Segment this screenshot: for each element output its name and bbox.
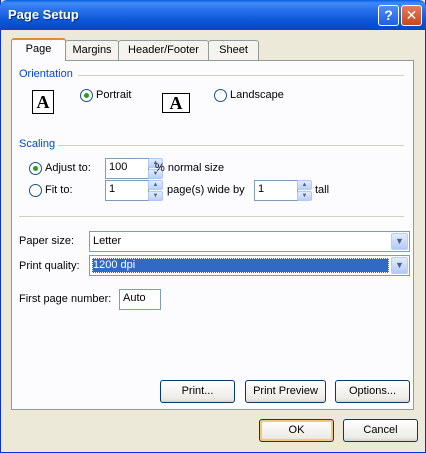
orientation-divider — [78, 75, 404, 76]
fit-tall-spinner[interactable]: ▲ ▼ — [297, 180, 312, 201]
landscape-page-icon: A — [162, 93, 190, 113]
close-icon: ✕ — [405, 7, 418, 23]
tab-margins[interactable]: Margins — [65, 40, 119, 60]
print-quality-select[interactable]: 1200 dpi ▼ — [89, 255, 410, 276]
portrait-page-icon: A — [32, 90, 54, 114]
print-quality-value: 1200 dpi — [93, 259, 136, 271]
first-page-label: First page number: — [19, 293, 112, 305]
paper-size-select[interactable]: Letter ▼ — [89, 231, 410, 252]
landscape-radio[interactable] — [214, 89, 227, 102]
orientation-group-label: Orientation — [19, 68, 73, 80]
title-bar[interactable]: Page Setup ? ✕ — [0, 0, 426, 30]
landscape-label[interactable]: Landscape — [230, 89, 284, 101]
tab-page-label: Page — [25, 43, 52, 55]
spin-down-icon[interactable]: ▼ — [297, 191, 312, 201]
cancel-button[interactable]: Cancel — [343, 419, 418, 442]
fit-to-radio[interactable] — [29, 184, 42, 197]
scaling-group-label: Scaling — [19, 138, 56, 150]
spin-up-icon[interactable]: ▲ — [148, 180, 163, 190]
options-button[interactable]: Options... — [335, 380, 410, 403]
fit-wide-suffix: page(s) wide by — [167, 184, 245, 196]
fit-tall-input[interactable]: 1 — [254, 180, 298, 201]
adjust-to-label[interactable]: Adjust to: — [45, 162, 91, 174]
chevron-down-icon[interactable]: ▼ — [391, 233, 408, 250]
tab-header-footer[interactable]: Header/Footer — [118, 40, 209, 60]
tab-sheet[interactable]: Sheet — [208, 40, 259, 60]
portrait-label[interactable]: Portrait — [96, 89, 131, 101]
tab-sheet-label: Sheet — [219, 44, 248, 56]
portrait-radio[interactable] — [80, 89, 93, 102]
scaling-bottom-divider — [19, 216, 404, 217]
help-icon: ? — [384, 7, 393, 23]
fit-tall-suffix: tall — [315, 184, 330, 196]
paper-size-value: Letter — [93, 235, 122, 247]
selection-highlight — [92, 258, 389, 273]
print-quality-label: Print quality: — [19, 260, 80, 272]
print-preview-button[interactable]: Print Preview — [245, 380, 326, 403]
page-setup-dialog: Page Setup ? ✕ Page Margins Header/Foote… — [0, 0, 426, 453]
paper-size-label: Paper size: — [19, 235, 75, 247]
adjust-suffix: % normal size — [155, 162, 225, 174]
scaling-divider — [58, 145, 404, 146]
first-page-input[interactable]: Auto — [119, 289, 161, 310]
chevron-down-icon[interactable]: ▼ — [391, 257, 408, 274]
tab-margins-label: Margins — [72, 44, 112, 56]
fit-wide-input[interactable]: 1 — [105, 180, 149, 201]
adjust-to-input[interactable]: 100 — [105, 158, 149, 179]
help-button[interactable]: ? — [378, 5, 399, 26]
dialog-title: Page Setup — [8, 7, 79, 22]
ok-button[interactable]: OK — [259, 419, 334, 442]
spin-up-icon[interactable]: ▲ — [297, 180, 312, 190]
tab-page[interactable]: Page — [11, 38, 66, 61]
spin-down-icon[interactable]: ▼ — [148, 191, 163, 201]
tab-header-footer-label: Header/Footer — [128, 44, 199, 56]
page-tab-panel: Orientation A Portrait A Landscape Scali… — [11, 60, 414, 410]
fit-wide-spinner[interactable]: ▲ ▼ — [148, 180, 163, 201]
print-button[interactable]: Print... — [160, 380, 235, 403]
adjust-to-radio[interactable] — [29, 162, 42, 175]
close-button[interactable]: ✕ — [401, 5, 422, 26]
fit-to-label[interactable]: Fit to: — [45, 184, 73, 196]
